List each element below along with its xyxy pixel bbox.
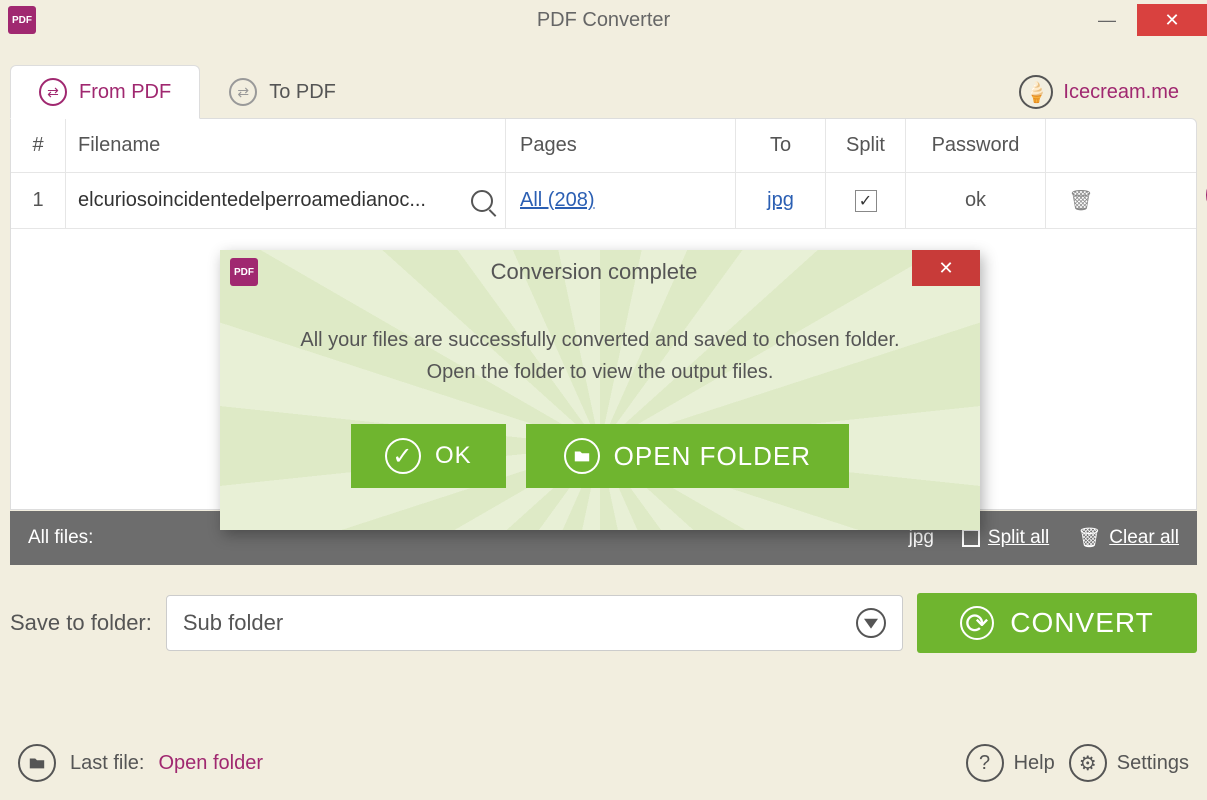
settings-label: Settings xyxy=(1117,752,1189,775)
folder-icon xyxy=(564,438,600,474)
save-folder-value: Sub folder xyxy=(183,610,283,636)
brand-text: Icecream.me xyxy=(1063,81,1179,104)
brand-link[interactable]: 🍦 Icecream.me xyxy=(1019,65,1197,119)
clear-all-group[interactable]: 🗑 Clear all xyxy=(1077,526,1179,550)
folder-icon[interactable] xyxy=(18,744,56,782)
row-pages-cell[interactable]: All (208) xyxy=(506,173,736,228)
row-idx: 1 xyxy=(11,173,66,228)
open-folder-button[interactable]: OPEN FOLDER xyxy=(526,424,849,488)
tab-to-pdf[interactable]: ⇄ To PDF xyxy=(200,65,365,119)
dialog-text-1: All your files are successfully converte… xyxy=(260,324,940,356)
window-title: PDF Converter xyxy=(0,9,1207,32)
checkbox-icon xyxy=(962,529,980,547)
titlebar: PDF PDF Converter — ✕ xyxy=(0,0,1207,40)
help-label: Help xyxy=(1014,752,1055,775)
clear-all-label: Clear all xyxy=(1109,527,1179,549)
row-filename-cell: elcuriosoincidentedelperroamedianoc... xyxy=(66,173,506,228)
convert-button[interactable]: ⟳ CONVERT xyxy=(917,593,1197,653)
row-to[interactable]: jpg xyxy=(767,189,794,212)
last-file-label: Last file: xyxy=(70,752,144,775)
dialog-actions: ✓ OK OPEN FOLDER xyxy=(220,424,980,488)
dialog-titlebar: PDF Conversion complete ✕ xyxy=(220,250,980,294)
open-folder-link[interactable]: Open folder xyxy=(158,752,263,775)
help-icon: ? xyxy=(966,744,1004,782)
tab-label: To PDF xyxy=(269,81,336,104)
bottom-bar: Last file: Open folder ? Help ⚙ Settings xyxy=(0,744,1207,782)
tab-from-pdf[interactable]: ⇄ From PDF xyxy=(10,65,200,119)
table-header: # Filename Pages To Split Password xyxy=(11,119,1196,173)
open-folder-label: OPEN FOLDER xyxy=(614,441,811,472)
all-files-label: All files: xyxy=(28,527,93,549)
preview-icon[interactable] xyxy=(471,190,493,212)
dialog-text-2: Open the folder to view the output files… xyxy=(260,356,940,388)
row-delete-cell: 🗑 xyxy=(1046,173,1116,228)
dialog-close-button[interactable]: ✕ xyxy=(912,250,980,286)
close-button[interactable]: ✕ xyxy=(1137,4,1207,36)
header-delete xyxy=(1046,119,1116,172)
ok-label: OK xyxy=(435,442,472,470)
check-icon: ✓ xyxy=(385,438,421,474)
header-split: Split xyxy=(826,119,906,172)
row-split-cell: ✓ xyxy=(826,173,906,228)
header-filename: Filename xyxy=(66,119,506,172)
header-password: Password xyxy=(906,119,1046,172)
refresh-icon: ⟳ xyxy=(960,606,994,640)
trash-icon: 🗑 xyxy=(1077,526,1101,550)
window-controls: — ✕ xyxy=(1077,4,1207,36)
gear-icon: ⚙ xyxy=(1069,744,1107,782)
split-checkbox[interactable]: ✓ xyxy=(855,190,877,212)
split-all-label: Split all xyxy=(988,527,1049,549)
all-files-jpg[interactable]: jpg xyxy=(909,527,934,549)
from-pdf-icon: ⇄ xyxy=(39,78,67,106)
help-group[interactable]: ? Help xyxy=(966,744,1055,782)
row-pages[interactable]: All (208) xyxy=(520,189,594,212)
dropdown-arrow-icon xyxy=(856,608,886,638)
save-folder-select[interactable]: Sub folder xyxy=(166,595,903,651)
app-icon: PDF xyxy=(230,258,258,286)
to-pdf-icon: ⇄ xyxy=(229,78,257,106)
dialog-body: All your files are successfully converte… xyxy=(220,294,980,388)
minimize-button[interactable]: — xyxy=(1077,4,1137,36)
header-to: To xyxy=(736,119,826,172)
header-idx: # xyxy=(11,119,66,172)
ok-button[interactable]: ✓ OK xyxy=(351,424,506,488)
table-row: 1 elcuriosoincidentedelperroamedianoc...… xyxy=(11,173,1196,229)
dialog-title: Conversion complete xyxy=(258,259,980,285)
row-password[interactable]: ok xyxy=(906,173,1046,228)
conversion-complete-dialog: PDF Conversion complete ✕ All your files… xyxy=(220,250,980,530)
row-to-cell[interactable]: jpg xyxy=(736,173,826,228)
icecream-icon: 🍦 xyxy=(1019,75,1053,109)
save-row: Save to folder: Sub folder ⟳ CONVERT xyxy=(0,565,1207,653)
split-all-group[interactable]: Split all xyxy=(962,527,1049,549)
trash-icon[interactable]: 🗑 xyxy=(1068,188,1093,213)
tabs-row: ⇄ From PDF ⇄ To PDF 🍦 Icecream.me xyxy=(0,40,1207,119)
app-icon: PDF xyxy=(8,6,36,34)
tab-label: From PDF xyxy=(79,81,171,104)
settings-group[interactable]: ⚙ Settings xyxy=(1069,744,1189,782)
row-filename: elcuriosoincidentedelperroamedianoc... xyxy=(78,189,463,212)
save-label: Save to folder: xyxy=(10,610,152,636)
convert-label: CONVERT xyxy=(1010,607,1153,639)
header-pages: Pages xyxy=(506,119,736,172)
